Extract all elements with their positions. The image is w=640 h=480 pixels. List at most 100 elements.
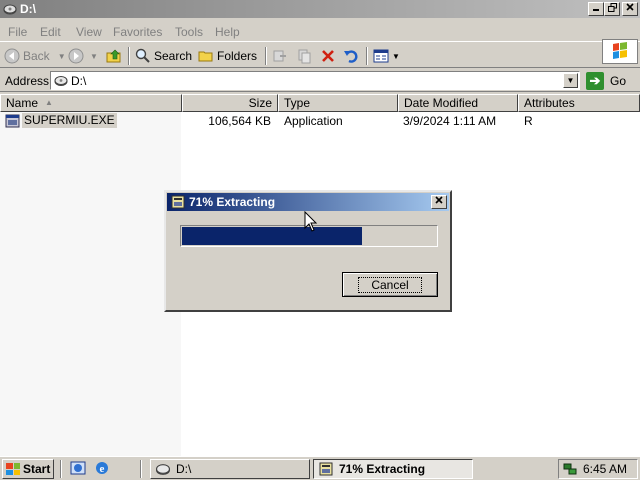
close-icon <box>435 196 443 204</box>
go-button[interactable]: ➔ Go <box>586 71 626 90</box>
column-name-label: Name <box>6 96 39 110</box>
progress-bar-fill <box>182 227 362 245</box>
cancel-button[interactable]: Cancel <box>342 272 438 297</box>
drive-icon <box>54 76 68 86</box>
system-tray: 6:45 AM <box>558 459 638 479</box>
search-button[interactable]: Search <box>135 47 192 65</box>
svg-text:e: e <box>100 463 105 475</box>
forward-dropdown-icon[interactable]: ▼ <box>90 52 98 61</box>
forward-button[interactable]: ▼ <box>68 47 98 65</box>
address-label: Address <box>5 74 50 88</box>
copy-to-button[interactable] <box>296 47 312 65</box>
start-button[interactable]: Start <box>2 459 54 479</box>
task-button-explorer[interactable]: D:\ <box>150 459 310 479</box>
internet-explorer-icon: e <box>96 462 108 475</box>
minimize-button[interactable] <box>588 2 604 16</box>
search-label: Search <box>154 49 193 63</box>
menu-bar: File Edit View Favorites Tools Help <box>0 20 640 64</box>
column-type-label: Type <box>284 96 311 110</box>
file-attributes: R <box>524 114 533 128</box>
file-type: Application <box>284 114 343 128</box>
menu-tools[interactable]: Tools <box>175 25 203 39</box>
views-dropdown-icon: ▼ <box>392 51 400 61</box>
move-to-icon <box>273 50 286 62</box>
file-name: SUPERMIU.EXE <box>22 113 117 128</box>
file-size: 106,564 KB <box>208 114 271 128</box>
menu-file[interactable]: File <box>8 25 27 39</box>
views-icon <box>373 49 389 63</box>
clock[interactable]: 6:45 AM <box>583 462 627 476</box>
close-button[interactable] <box>622 2 638 16</box>
network-tray-icon[interactable] <box>563 462 577 476</box>
standard-toolbar: Back ▼ ▼ Search Folders ▼ <box>0 44 640 68</box>
up-folder-icon <box>106 49 121 63</box>
column-header-type[interactable]: Type <box>278 94 398 112</box>
start-label: Start <box>23 462 51 476</box>
application-exe-icon <box>5 114 20 128</box>
address-dropdown-button[interactable]: ▼ <box>563 73 578 88</box>
restore-button[interactable] <box>604 2 620 16</box>
taskbar: Start e D:\ 71% Extracting 6:45 AM <box>0 456 640 480</box>
forward-arrow-icon <box>68 48 84 64</box>
menu-favorites[interactable]: Favorites <box>113 25 162 39</box>
up-folder-button[interactable] <box>106 47 122 65</box>
drive-icon <box>156 464 170 475</box>
explorer-title-bar[interactable]: D:\ <box>0 0 640 18</box>
explorer-icon <box>70 461 86 475</box>
go-arrow-icon: ➔ <box>586 71 604 90</box>
address-value: D:\ <box>71 74 87 88</box>
window-title: D:\ <box>20 2 36 16</box>
extract-progress-dialog: 71% Extracting Cancel <box>164 190 452 312</box>
menu-help[interactable]: Help <box>215 25 240 39</box>
search-icon <box>135 48 150 63</box>
toolbar-separator <box>128 47 130 65</box>
extractor-app-icon <box>171 195 185 209</box>
back-button[interactable]: Back ▼ <box>4 47 66 65</box>
dialog-title: 71% Extracting <box>189 195 276 209</box>
chevron-down-icon: ▼ <box>566 76 575 85</box>
address-input[interactable]: D:\ ▼ <box>50 71 580 90</box>
column-header-attributes[interactable]: Attributes <box>518 94 640 112</box>
quicklaunch-ie-button[interactable]: e <box>94 460 110 476</box>
dialog-close-button[interactable] <box>431 195 447 209</box>
dialog-title-bar[interactable]: 71% Extracting <box>167 193 449 211</box>
restore-icon <box>607 3 617 12</box>
task-label-explorer: D:\ <box>176 462 192 476</box>
folders-button[interactable]: Folders <box>198 47 257 65</box>
copy-to-icon <box>298 49 311 64</box>
mouse-cursor-icon <box>304 211 318 232</box>
menu-view[interactable]: View <box>76 25 102 39</box>
sort-ascending-icon: ▲ <box>45 98 53 107</box>
file-row[interactable]: SUPERMIU.EXE 106,564 KB Application 3/9/… <box>0 112 640 129</box>
go-label: Go <box>610 73 627 88</box>
undo-button[interactable] <box>343 47 359 65</box>
cancel-label: Cancel <box>358 276 422 293</box>
column-attributes-label: Attributes <box>524 96 575 110</box>
address-bar: Address D:\ ▼ ➔ Go <box>0 69 640 92</box>
sorted-column-shade <box>0 112 181 456</box>
delete-button[interactable] <box>320 47 336 65</box>
column-header-name[interactable]: Name ▲ <box>0 94 182 112</box>
windows-flag-icon <box>6 463 20 475</box>
back-label: Back <box>23 49 50 63</box>
delete-x-icon <box>322 50 334 62</box>
close-icon <box>626 3 634 11</box>
column-size-label: Size <box>248 96 272 110</box>
toolbar-separator <box>366 47 368 65</box>
taskbar-separator <box>140 460 142 478</box>
task-button-extracting[interactable]: 71% Extracting <box>313 459 473 479</box>
quicklaunch-explorer-button[interactable] <box>70 460 86 476</box>
menu-edit[interactable]: Edit <box>40 25 61 39</box>
move-to-button[interactable] <box>272 47 288 65</box>
list-header: Name ▲ Size Type Date Modified Attribute… <box>0 94 640 112</box>
extractor-app-icon <box>319 462 333 476</box>
column-header-date-modified[interactable]: Date Modified <box>398 94 518 112</box>
column-header-size[interactable]: Size <box>182 94 278 112</box>
column-date-label: Date Modified <box>404 96 479 110</box>
back-dropdown-icon[interactable]: ▼ <box>58 52 66 61</box>
minimize-icon <box>593 9 599 11</box>
drive-icon <box>3 4 17 15</box>
back-arrow-icon <box>4 48 20 64</box>
views-button[interactable]: ▼ <box>373 47 400 65</box>
folders-label: Folders <box>217 49 258 63</box>
